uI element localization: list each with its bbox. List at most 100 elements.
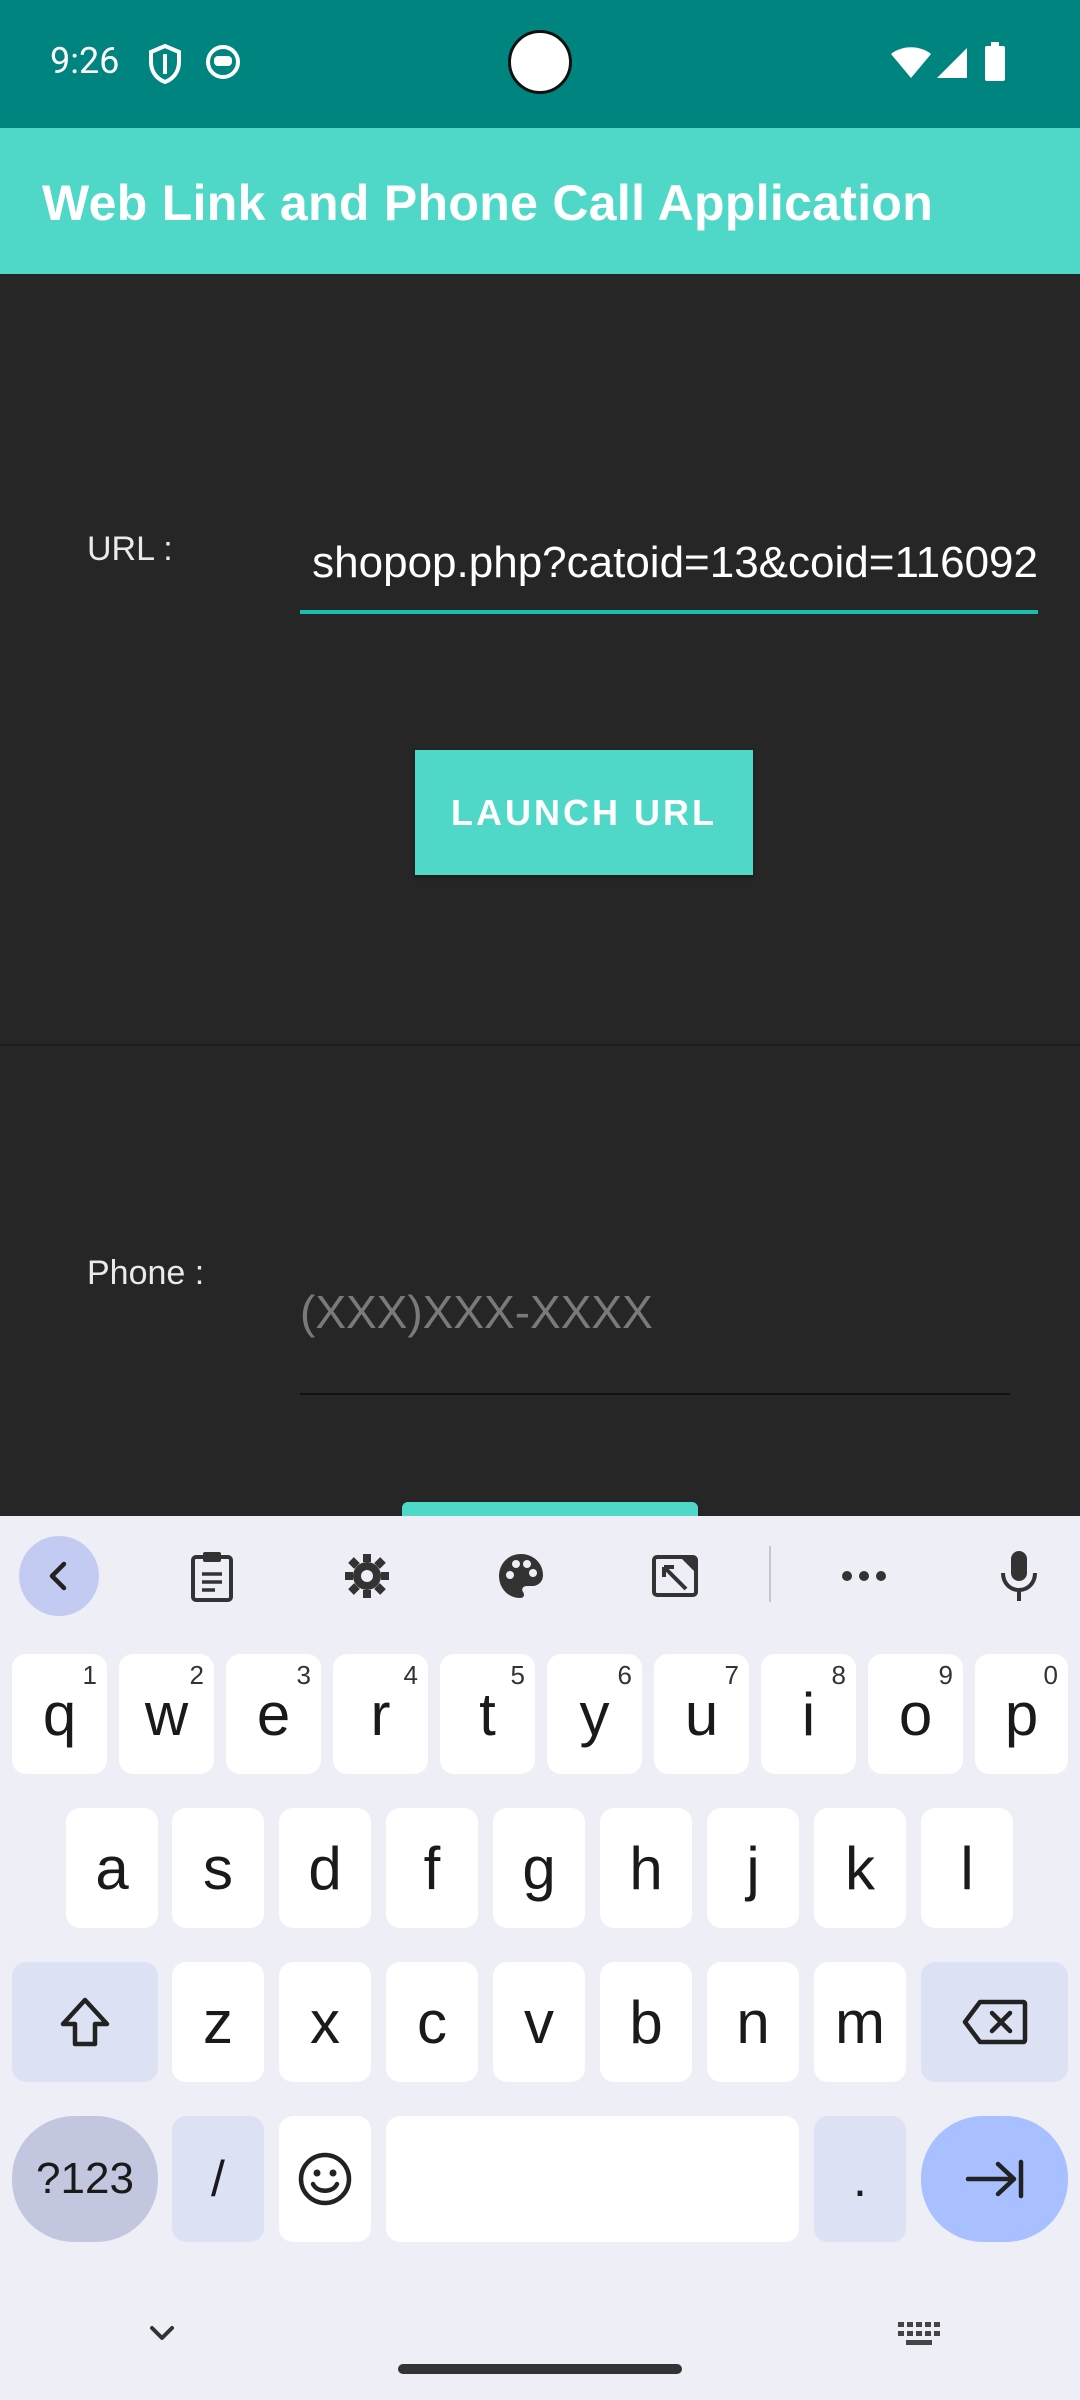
key-h[interactable]: h [600, 1808, 692, 1928]
key-hint: 6 [617, 1660, 632, 1690]
key-k[interactable]: k [814, 1808, 906, 1928]
key-label: m [835, 1988, 885, 2056]
key-label: s [203, 1834, 233, 1902]
key-label: x [310, 1988, 340, 2056]
key-label: z [203, 1988, 233, 2056]
emoji-key[interactable] [279, 2116, 371, 2242]
phone-placeholder: (XXX)XXX-XXXX [300, 1286, 653, 1338]
keyboard [0, 1516, 1080, 2400]
key-hint: 2 [189, 1660, 204, 1690]
key-p[interactable]: p0 [975, 1654, 1068, 1774]
key-y[interactable]: y6 [547, 1654, 642, 1774]
wifi-icon [890, 46, 932, 80]
backspace-icon [962, 1999, 1027, 2045]
key-hint: 3 [296, 1660, 311, 1690]
hide-keyboard-icon[interactable] [140, 2316, 184, 2352]
url-label: URL : [87, 530, 173, 568]
app-title: Web Link and Phone Call Application [42, 175, 934, 231]
key-c[interactable]: c [386, 1962, 478, 2082]
signal-icon [935, 46, 969, 80]
key-hint: 4 [403, 1660, 418, 1690]
key-label: q [42, 1680, 77, 1748]
period-key[interactable]: . [814, 2116, 906, 2242]
key-b[interactable]: b [600, 1962, 692, 2082]
launch-url-button[interactable]: LAUNCH URL [415, 750, 753, 875]
phone-input[interactable]: (XXX)XXX-XXXX [300, 1265, 1010, 1395]
key-v[interactable]: v [493, 1962, 585, 2082]
back-icon[interactable] [19, 1536, 99, 1616]
shield-icon [148, 44, 182, 84]
key-hint: 0 [1043, 1660, 1058, 1690]
edit-icon[interactable] [635, 1536, 715, 1616]
key-label: c [417, 1988, 447, 2056]
key-label: t [479, 1680, 496, 1748]
key-hint: 7 [724, 1660, 739, 1690]
key-hint: 9 [938, 1660, 953, 1690]
tab-next-icon [965, 2159, 1023, 2199]
key-label: w [144, 1680, 189, 1748]
key-hint: 8 [831, 1660, 846, 1690]
key-w[interactable]: w2 [119, 1654, 214, 1774]
shift-icon [60, 1997, 110, 2047]
key-label: v [524, 1988, 554, 2056]
key-label: j [746, 1834, 760, 1902]
key-z[interactable]: z [172, 1962, 264, 2082]
enter-key[interactable] [921, 2116, 1068, 2242]
key-x[interactable]: x [279, 1962, 371, 2082]
key-label: r [370, 1680, 391, 1748]
toolbar-separator [769, 1546, 771, 1602]
symbols-key[interactable]: ?123 [12, 2116, 158, 2242]
space-key[interactable] [386, 2116, 799, 2242]
key-label: f [423, 1834, 441, 1902]
key-hint: 5 [510, 1660, 525, 1690]
key-label: a [95, 1834, 129, 1902]
key-g[interactable]: g [493, 1808, 585, 1928]
slash-key[interactable]: / [172, 2116, 264, 2242]
key-i[interactable]: i8 [761, 1654, 856, 1774]
key-label: b [629, 1988, 663, 2056]
key-label: l [960, 1834, 974, 1902]
section-divider [0, 1044, 1080, 1046]
key-a[interactable]: a [66, 1808, 158, 1928]
emoji-icon [298, 2152, 352, 2206]
key-e[interactable]: e3 [226, 1654, 321, 1774]
key-label: i [801, 1680, 816, 1748]
backspace-key[interactable] [921, 1962, 1068, 2082]
key-n[interactable]: n [707, 1962, 799, 2082]
key-label: p [1004, 1680, 1039, 1748]
key-label: d [308, 1834, 342, 1902]
mic-icon[interactable] [979, 1536, 1059, 1616]
key-label: n [736, 1988, 770, 2056]
key-label: u [684, 1680, 719, 1748]
key-m[interactable]: m [814, 1962, 906, 2082]
status-time: 9:26 [50, 40, 120, 82]
key-label: e [256, 1680, 291, 1748]
settings-icon[interactable] [327, 1536, 407, 1616]
key-d[interactable]: d [279, 1808, 371, 1928]
key-t[interactable]: t5 [440, 1654, 535, 1774]
shift-key[interactable] [12, 1962, 158, 2082]
keyboard-switch-icon[interactable] [896, 2318, 942, 2350]
home-indicator[interactable] [398, 2364, 682, 2374]
key-f[interactable]: f [386, 1808, 478, 1928]
battery-icon [984, 42, 1006, 82]
phone-label: Phone : [87, 1254, 205, 1292]
key-s[interactable]: s [172, 1808, 264, 1928]
key-o[interactable]: o9 [868, 1654, 963, 1774]
key-u[interactable]: u7 [654, 1654, 749, 1774]
url-input-value: shopop.php?catoid=13&coid=116092 [312, 538, 1038, 587]
more-icon[interactable] [824, 1536, 904, 1616]
key-label: o [898, 1680, 933, 1748]
status-bar: 9:26 [0, 0, 1080, 128]
key-hint: 1 [82, 1660, 97, 1690]
key-r[interactable]: r4 [333, 1654, 428, 1774]
key-l[interactable]: l [921, 1808, 1013, 1928]
key-j[interactable]: j [707, 1808, 799, 1928]
palette-icon[interactable] [481, 1536, 561, 1616]
camera-cutout [508, 30, 572, 94]
key-label: k [845, 1834, 875, 1902]
key-label: g [522, 1834, 556, 1902]
key-q[interactable]: q1 [12, 1654, 107, 1774]
clipboard-icon[interactable] [172, 1536, 252, 1616]
url-input[interactable]: shopop.php?catoid=13&coid=116092 [300, 520, 1038, 614]
